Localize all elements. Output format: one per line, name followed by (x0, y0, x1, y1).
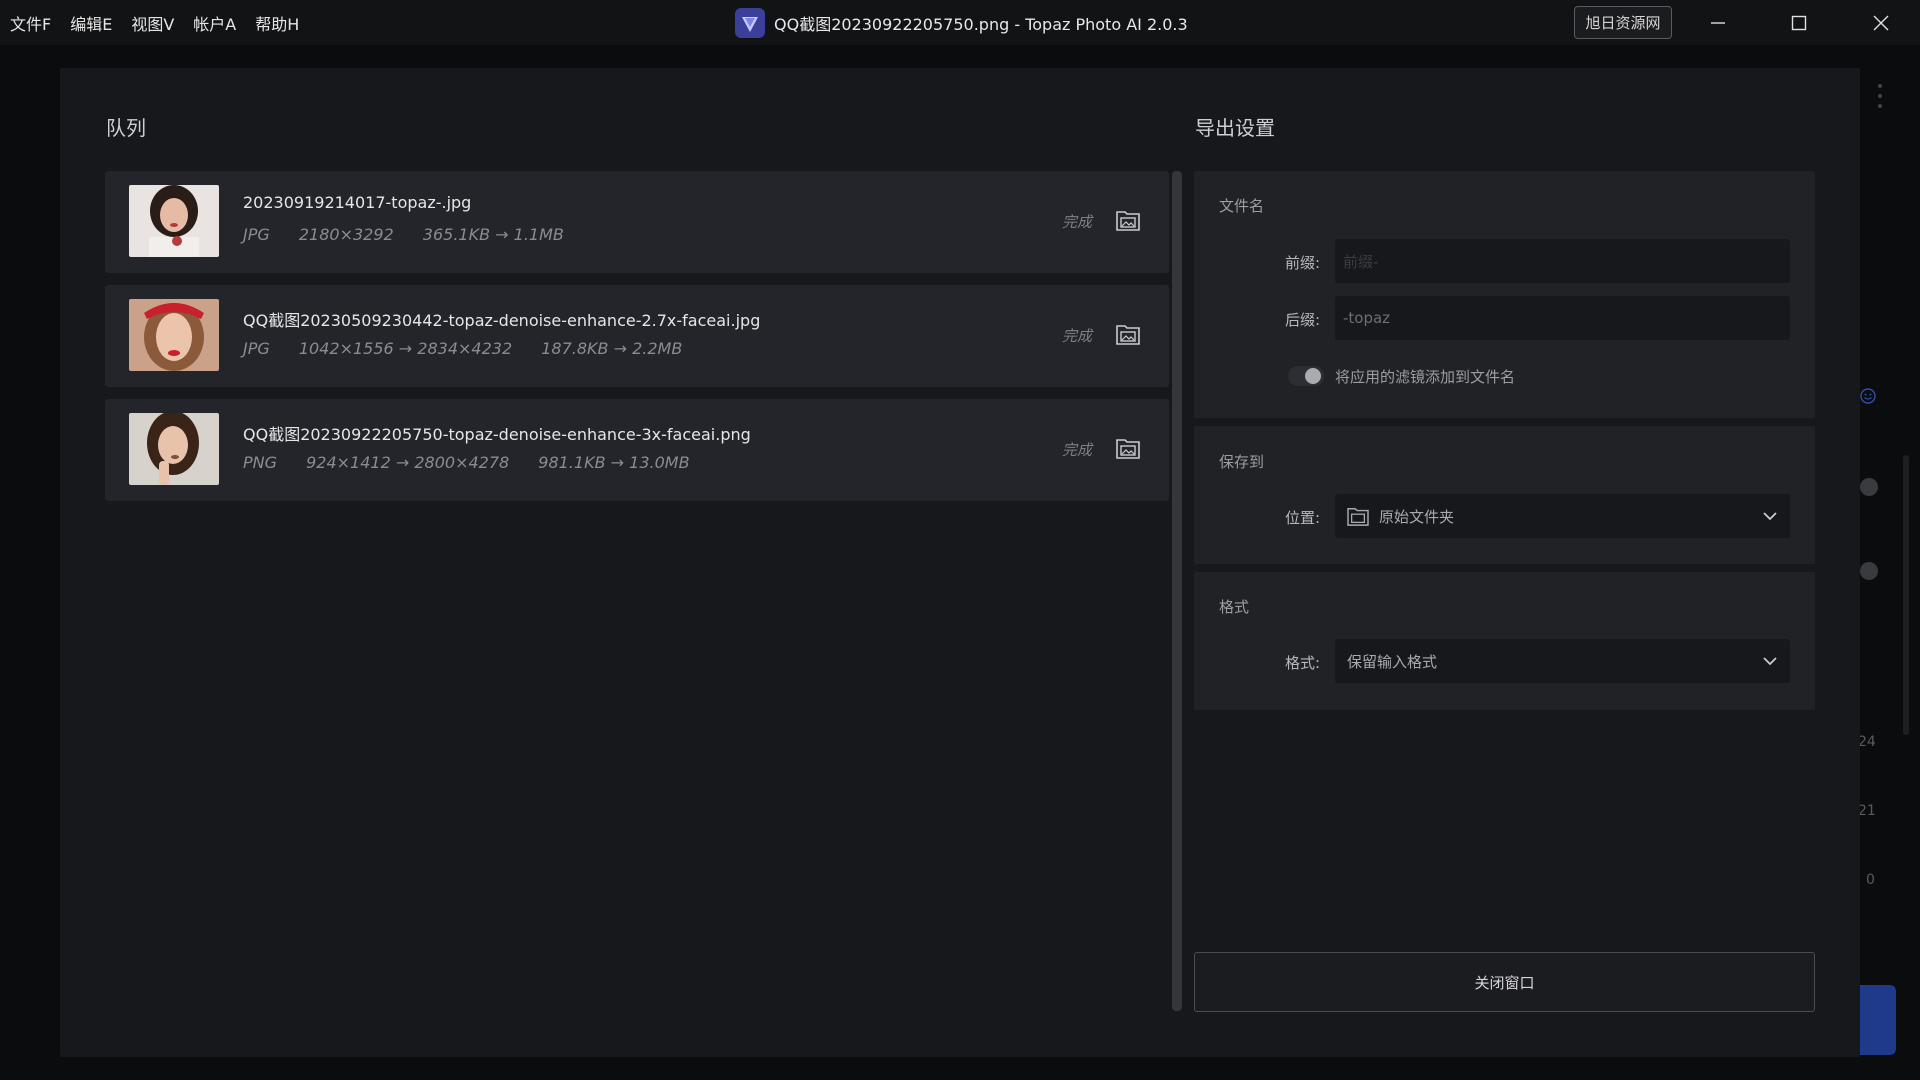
chevron-down-icon (1763, 657, 1777, 666)
file-dimensions: 924×1412 → 2800×4278 (306, 453, 510, 472)
open-folder-icon[interactable] (1116, 437, 1140, 459)
title-bar: 文件F 编辑E 视图V 帐户A 帮助H QQ截图20230922205750.p… (0, 0, 1920, 45)
file-name: 20230919214017-topaz-.jpg (243, 193, 472, 212)
file-dimensions: 1042×1556 → 2834×4232 (298, 339, 513, 358)
smiley-icon (1860, 388, 1876, 404)
format-section-title: 格式 (1219, 598, 1250, 616)
file-meta: JPG 1042×1556 → 2834×4232 187.8KB → 2.2M… (243, 339, 706, 358)
queue-list: 20230919214017-topaz-.jpg JPG 2180×3292 … (105, 171, 1169, 513)
menu-account[interactable]: 帐户A (193, 11, 236, 35)
location-value: 原始文件夹 (1379, 507, 1455, 526)
maximize-icon (1791, 15, 1807, 30)
more-options-icon[interactable] (1878, 84, 1882, 108)
file-format: JPG (243, 339, 270, 358)
suffix-value: -topaz (1343, 309, 1391, 327)
queue-item[interactable]: 20230919214017-topaz-.jpg JPG 2180×3292 … (105, 171, 1169, 273)
window-title: QQ截图20230922205750.png - Topaz Photo AI … (774, 14, 1188, 34)
location-dropdown[interactable]: 原始文件夹 (1335, 494, 1790, 538)
bg-toggle-knob (1860, 478, 1878, 496)
close-dialog-button[interactable]: 关闭窗口 (1194, 952, 1815, 1012)
prefix-input[interactable]: 前缀- (1335, 239, 1790, 283)
topaz-app-icon (735, 7, 765, 38)
queue-scrollbar[interactable] (1172, 171, 1182, 1011)
image-thumbnail (129, 413, 219, 485)
bg-toggle-knob (1860, 562, 1878, 580)
open-folder-icon[interactable] (1116, 323, 1140, 345)
file-size: 365.1KB → 1.1MB (422, 225, 564, 244)
prefix-label: 前缀: (1285, 254, 1321, 272)
close-icon (1873, 15, 1889, 30)
suffix-label: 后缀: (1285, 311, 1321, 329)
watermark-badge[interactable]: 旭日资源网 (1574, 6, 1672, 39)
file-format: PNG (243, 453, 278, 472)
minimize-button[interactable] (1678, 0, 1758, 45)
menu-help[interactable]: 帮助H (255, 11, 299, 35)
export-settings-panel: 文件名 前缀: 前缀- 后缀: -topaz 将应用的滤镜添加到文件名 保存到 … (1194, 171, 1815, 718)
save-to-section-title: 保存到 (1219, 453, 1265, 471)
prefix-placeholder: 前缀- (1343, 252, 1379, 271)
menu-view[interactable]: 视图V (131, 11, 174, 35)
format-value: 保留输入格式 (1347, 652, 1438, 671)
file-dimensions: 2180×3292 (298, 225, 394, 244)
format-dropdown[interactable]: 保留输入格式 (1335, 639, 1790, 683)
append-filters-toggle[interactable] (1288, 366, 1324, 386)
menu-edit[interactable]: 编辑E (70, 11, 112, 35)
minimize-icon (1711, 21, 1725, 24)
bg-scrollbar (1903, 455, 1909, 735)
file-name: QQ截图20230509230442-topaz-denoise-enhance… (243, 311, 761, 330)
status-label: 完成 (1062, 327, 1093, 345)
queue-title: 队列 (106, 116, 146, 140)
file-size: 981.1KB → 13.0MB (538, 453, 690, 472)
image-thumbnail (129, 299, 219, 371)
bg-value: 0 (1866, 872, 1875, 888)
filename-section-title: 文件名 (1219, 197, 1265, 215)
file-size: 187.8KB → 2.2MB (541, 339, 683, 358)
location-label: 位置: (1285, 509, 1321, 527)
queue-item[interactable]: QQ截图20230922205750-topaz-denoise-enhance… (105, 399, 1169, 501)
filename-section: 文件名 前缀: 前缀- 后缀: -topaz 将应用的滤镜添加到文件名 (1194, 171, 1815, 418)
save-to-section: 保存到 位置: 原始文件夹 (1194, 426, 1815, 564)
bg-primary-button (1860, 985, 1896, 1055)
close-window-button[interactable] (1841, 0, 1920, 45)
image-thumbnail (129, 185, 219, 257)
bg-value: 21 (1858, 803, 1876, 819)
queue-item[interactable]: QQ截图20230509230442-topaz-denoise-enhance… (105, 285, 1169, 387)
file-meta: JPG 2180×3292 365.1KB → 1.1MB (243, 225, 588, 244)
file-format: JPG (243, 225, 270, 244)
suffix-input[interactable]: -topaz (1335, 296, 1790, 340)
export-settings-title: 导出设置 (1195, 116, 1275, 140)
folder-icon (1347, 508, 1369, 526)
format-section: 格式 格式: 保留输入格式 (1194, 572, 1815, 710)
menu-file[interactable]: 文件F (10, 11, 51, 35)
file-meta: PNG 924×1412 → 2800×4278 981.1KB → 13.0M… (243, 453, 714, 472)
status-label: 完成 (1062, 213, 1093, 231)
chevron-down-icon (1763, 512, 1777, 521)
status-label: 完成 (1062, 441, 1093, 459)
open-folder-icon[interactable] (1116, 209, 1140, 231)
file-name: QQ截图20230922205750-topaz-denoise-enhance… (243, 425, 751, 444)
window-title-area: QQ截图20230922205750.png - Topaz Photo AI … (735, 0, 1188, 45)
append-filters-label: 将应用的滤镜添加到文件名 (1335, 368, 1516, 386)
menu-bar: 文件F 编辑E 视图V 帐户A 帮助H (10, 11, 318, 35)
format-label: 格式: (1285, 654, 1321, 672)
maximize-button[interactable] (1759, 0, 1839, 45)
bg-value: 24 (1858, 734, 1876, 750)
export-dialog: 队列 导出设置 20230919214017-topaz-.jpg JPG 21… (60, 68, 1860, 1057)
